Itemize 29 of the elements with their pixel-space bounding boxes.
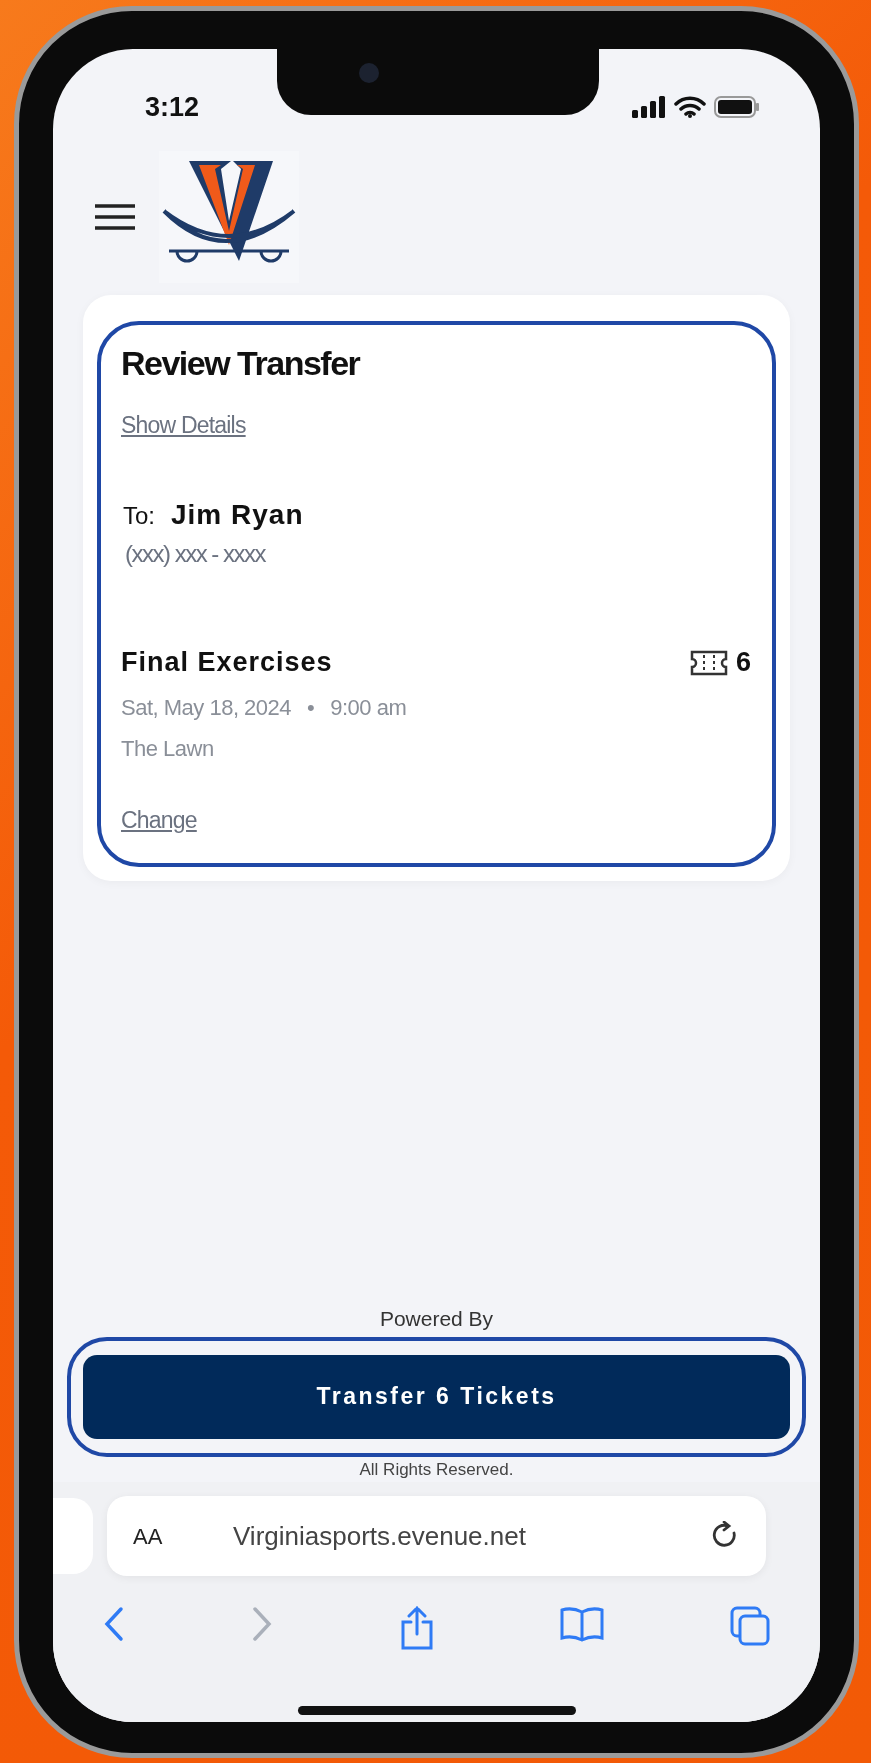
event-venue: The Lawn <box>121 734 215 763</box>
recipient-label: To: <box>123 501 155 532</box>
recipient-phone: (xxx) xxx - xxxx <box>124 539 267 570</box>
forward-icon[interactable] <box>250 1606 273 1642</box>
card-title: Review Transfer <box>121 343 361 384</box>
event-time: 9:00 am <box>330 693 407 722</box>
bookmarks-icon[interactable] <box>560 1606 605 1642</box>
change-link[interactable]: Change <box>121 802 197 838</box>
status-time: 3:12 <box>145 90 200 124</box>
powered-by-text: Powered By <box>378 1306 495 1332</box>
tabs-icon[interactable] <box>730 1606 770 1646</box>
event-date: Sat, May 18, 2024 <box>121 693 292 722</box>
recipient-name: Jim Ryan <box>171 498 304 533</box>
text-size-button[interactable]: AA <box>133 1519 233 1553</box>
wifi-icon <box>674 96 706 118</box>
rights-text: All Rights Reserved. <box>358 1458 515 1481</box>
signal-icon <box>632 96 666 118</box>
separator-dot: • <box>307 693 315 722</box>
back-icon[interactable] <box>103 1606 125 1642</box>
transfer-tickets-button[interactable]: Transfer 6 Tickets <box>83 1354 790 1439</box>
event-name: Final Exercises <box>121 646 333 680</box>
ticket-icon <box>689 648 728 677</box>
show-details-link[interactable]: Show Details <box>121 407 246 443</box>
menu-icon[interactable] <box>93 203 137 231</box>
battery-icon <box>714 96 760 118</box>
camera-icon <box>359 63 379 83</box>
ticket-count: 6 <box>735 646 752 680</box>
url-text: Virginiasports.evenue.net <box>233 1519 527 1553</box>
address-bar[interactable]: AA Virginiasports.evenue.net <box>107 1496 766 1576</box>
